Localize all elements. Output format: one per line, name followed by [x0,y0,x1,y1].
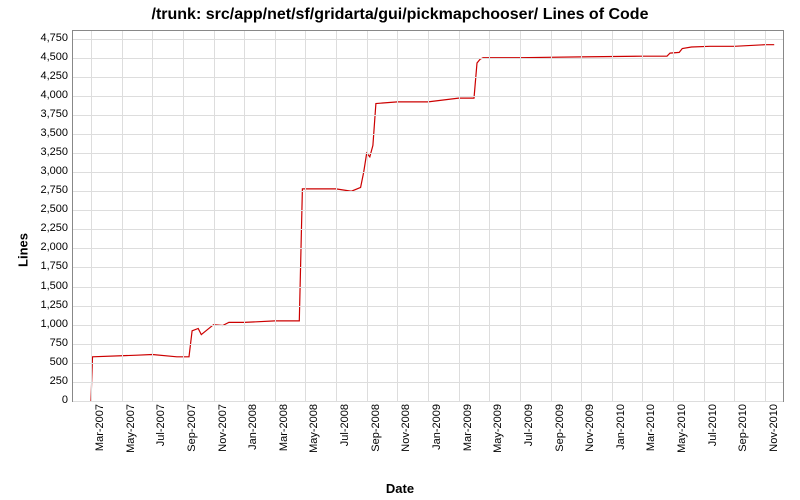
x-axis-label: Date [0,481,800,496]
gridline-v [734,31,735,401]
y-tick-label: 3,250 [18,146,68,158]
x-tick-label: Nov-2007 [217,404,229,452]
y-tick-label: 2,500 [18,203,68,215]
x-tick-label: Jul-2007 [155,404,167,446]
y-tick-label: 3,000 [18,165,68,177]
gridline-v [642,31,643,401]
y-tick-label: 4,750 [18,32,68,44]
gridline-v [305,31,306,401]
gridline-v [244,31,245,401]
gridline-v [428,31,429,401]
x-tick-label: Mar-2010 [645,404,657,451]
y-tick-label: 1,000 [18,318,68,330]
x-tick-label: Mar-2008 [278,404,290,451]
x-tick-label: Mar-2007 [94,404,106,451]
y-tick-label: 1,500 [18,280,68,292]
x-tick-label: Sep-2010 [737,404,749,452]
x-tick-label: Jan-2008 [247,404,259,450]
y-tick-label: 2,750 [18,184,68,196]
y-tick-label: 4,000 [18,89,68,101]
gridline-v [152,31,153,401]
x-tick-label: May-2007 [125,404,137,453]
gridline-v [397,31,398,401]
gridline-v [551,31,552,401]
y-tick-label: 750 [18,337,68,349]
y-tick-label: 1,750 [18,260,68,272]
x-tick-label: Sep-2007 [186,404,198,452]
plot-area [72,30,784,402]
gridline-v [765,31,766,401]
chart-title: /trunk: src/app/net/sf/gridarta/gui/pick… [0,6,800,24]
y-tick-label: 2,000 [18,241,68,253]
gridline-v [581,31,582,401]
x-tick-label: Nov-2009 [584,404,596,452]
x-tick-label: Jan-2010 [615,404,627,450]
chart-container: /trunk: src/app/net/sf/gridarta/gui/pick… [0,0,800,500]
gridline-h [73,401,783,402]
y-tick-label: 3,750 [18,108,68,120]
gridline-v [612,31,613,401]
y-tick-label: 0 [18,394,68,406]
x-tick-label: Nov-2008 [400,404,412,452]
gridline-v [520,31,521,401]
gridline-v [459,31,460,401]
x-tick-label: Jul-2010 [707,404,719,446]
x-tick-label: Jul-2009 [523,404,535,446]
y-tick-label: 250 [18,375,68,387]
y-tick-label: 3,500 [18,127,68,139]
gridline-v [489,31,490,401]
gridline-v [214,31,215,401]
x-tick-label: May-2010 [676,404,688,453]
y-tick-label: 1,250 [18,299,68,311]
x-tick-label: Sep-2009 [554,404,566,452]
x-tick-label: May-2009 [492,404,504,453]
x-tick-label: May-2008 [308,404,320,453]
x-tick-label: Mar-2009 [462,404,474,451]
y-tick-label: 4,250 [18,70,68,82]
gridline-v [275,31,276,401]
x-tick-label: Sep-2008 [370,404,382,452]
x-tick-label: Jul-2008 [339,404,351,446]
gridline-v [91,31,92,401]
gridline-v [183,31,184,401]
gridline-v [673,31,674,401]
y-tick-label: 2,250 [18,222,68,234]
gridline-v [367,31,368,401]
gridline-v [704,31,705,401]
gridline-v [122,31,123,401]
y-tick-label: 4,500 [18,51,68,63]
x-tick-label: Nov-2010 [768,404,780,452]
gridline-v [336,31,337,401]
x-tick-label: Jan-2009 [431,404,443,450]
y-tick-label: 500 [18,356,68,368]
